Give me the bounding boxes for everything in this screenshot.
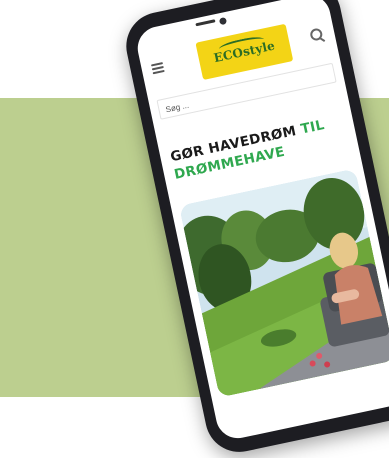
front-camera (218, 16, 228, 26)
hero-garden-image (178, 168, 389, 398)
search-icon[interactable] (309, 27, 324, 42)
hero-title-accent-1: TIL (299, 116, 326, 138)
phone-speaker (195, 19, 216, 27)
hamburger-menu-icon[interactable] (150, 62, 165, 75)
hero-title: GØR HAVEDRØM TIL DRØMMEHAVE (169, 112, 349, 184)
garden-illustration (178, 168, 389, 398)
ecostyle-logo[interactable]: ECOstyle (195, 23, 294, 80)
